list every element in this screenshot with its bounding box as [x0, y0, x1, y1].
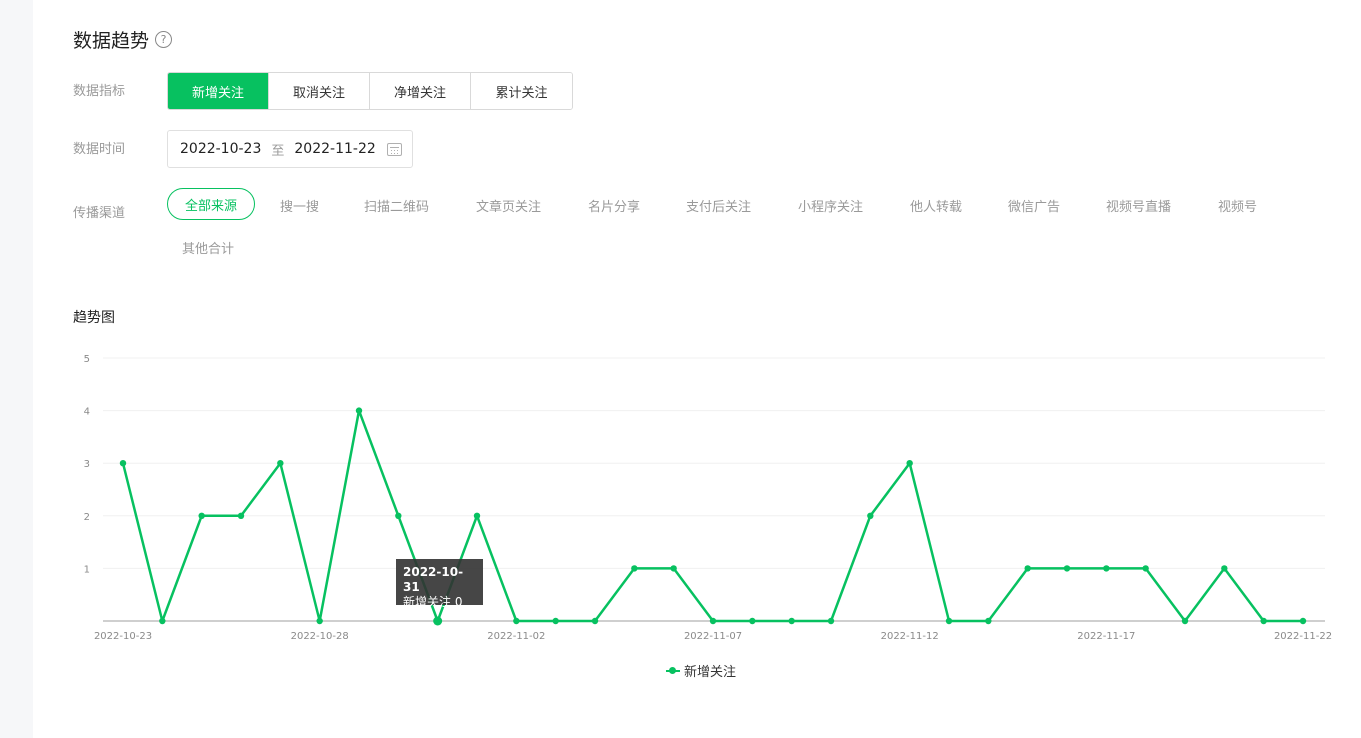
x-tick-label: 2022-11-17	[1077, 631, 1135, 642]
channel-option-qrcode[interactable]: 扫描二维码	[364, 196, 429, 215]
data-point	[1103, 565, 1110, 572]
data-point	[198, 512, 205, 519]
x-tick-label: 2022-11-12	[881, 631, 939, 642]
data-point	[237, 512, 245, 519]
metric-option-new-follow[interactable]: 新增关注	[168, 73, 269, 109]
data-point	[395, 512, 402, 519]
channel-option-channels-live[interactable]: 视频号直播	[1106, 196, 1171, 215]
channel-option-repost[interactable]: 他人转载	[910, 196, 962, 215]
channel-option-card-share[interactable]: 名片分享	[588, 196, 640, 215]
y-tick-label: 5	[84, 354, 90, 365]
channel-option-channels[interactable]: 视频号	[1218, 196, 1257, 215]
y-tick-label: 4	[84, 407, 90, 418]
legend-marker-icon	[666, 666, 680, 676]
metric-segmented-control: 新增关注 取消关注 净增关注 累计关注	[167, 72, 573, 110]
data-point	[631, 565, 638, 572]
data-trend-panel: 数据趋势 ? 数据指标 新增关注 取消关注 净增关注 累计关注 数据时间 202…	[33, 0, 1361, 738]
x-tick-label: 2022-11-22	[1274, 631, 1332, 642]
x-tick-label: 2022-10-23	[94, 631, 152, 642]
y-tick-label: 2	[84, 512, 90, 523]
data-point	[906, 460, 913, 467]
data-point	[985, 617, 992, 625]
metric-option-net-follow[interactable]: 净增关注	[370, 73, 471, 109]
tooltip-value: 新增关注 0	[403, 595, 463, 609]
data-point	[316, 617, 323, 625]
data-point	[1181, 617, 1189, 625]
data-point	[591, 617, 599, 625]
data-point	[867, 512, 874, 519]
data-point	[1063, 565, 1071, 572]
channel-option-all[interactable]: 全部来源	[167, 188, 255, 220]
chart-legend[interactable]: 新增关注	[666, 661, 736, 680]
help-icon[interactable]: ?	[155, 31, 173, 48]
metric-label: 数据指标	[73, 84, 126, 99]
channel-label: 传播渠道	[73, 206, 126, 221]
chart-title: 趋势图	[73, 310, 115, 326]
calendar-icon[interactable]	[387, 143, 402, 156]
data-point	[355, 407, 363, 414]
y-tick-label: 3	[84, 459, 90, 470]
data-point	[277, 460, 284, 467]
channel-option-search[interactable]: 搜一搜	[280, 196, 319, 215]
metric-option-unfollow[interactable]: 取消关注	[269, 73, 370, 109]
channel-option-others[interactable]: 其他合计	[182, 238, 234, 257]
data-point	[159, 617, 166, 625]
left-sidebar-strip	[0, 0, 33, 738]
data-point	[119, 460, 127, 467]
data-point	[473, 512, 481, 519]
date-range-picker[interactable]: 2022-10-23 至 2022-11-22	[167, 130, 413, 168]
data-point	[827, 617, 835, 625]
data-point	[709, 617, 717, 625]
data-point	[433, 616, 443, 626]
channel-option-article[interactable]: 文章页关注	[476, 196, 541, 215]
date-label: 数据时间	[73, 142, 126, 157]
channel-option-after-payment[interactable]: 支付后关注	[686, 196, 751, 215]
legend-label: 新增关注	[684, 665, 737, 680]
data-point	[749, 617, 756, 625]
data-point	[552, 617, 559, 625]
trend-line-chart[interactable]: 1 2 3 4 5 2022-10-23 2022-10-28 2022-11-02 2022-…	[33, 340, 1361, 700]
data-point	[945, 617, 953, 625]
date-separator: 至	[271, 143, 285, 159]
x-tick-label: 2022-10-28	[291, 631, 349, 642]
metric-option-cumulative-follow[interactable]: 累计关注	[471, 73, 572, 109]
section-title-text: 数据趋势	[73, 30, 150, 52]
data-point	[1221, 565, 1228, 572]
data-point	[788, 617, 795, 625]
data-point	[1260, 617, 1267, 625]
x-tick-label: 2022-11-02	[487, 631, 545, 642]
date-end[interactable]: 2022-11-22	[294, 141, 375, 157]
channel-option-mini-program[interactable]: 小程序关注	[798, 196, 863, 215]
section-title: 数据趋势 ?	[73, 26, 173, 53]
data-point	[1024, 565, 1031, 572]
x-tick-label: 2022-11-07	[684, 631, 742, 642]
data-point	[513, 617, 520, 625]
y-tick-label: 1	[84, 564, 90, 575]
data-point	[1299, 617, 1307, 625]
data-point	[670, 565, 677, 572]
date-start[interactable]: 2022-10-23	[180, 141, 261, 157]
chart-tooltip: 2022-10-31 新增关注 0	[396, 559, 483, 609]
data-point	[1142, 565, 1149, 572]
tooltip-date: 2022-10-31	[403, 565, 464, 594]
channel-option-wechat-ads[interactable]: 微信广告	[1008, 196, 1060, 215]
